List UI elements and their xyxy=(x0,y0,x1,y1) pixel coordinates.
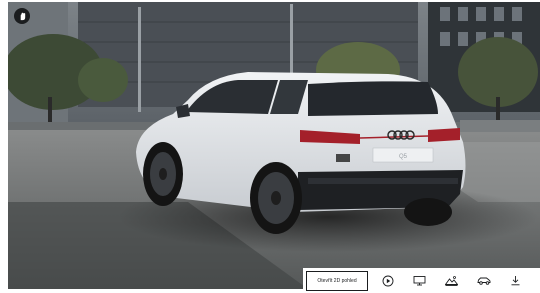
rear-left-wheel xyxy=(250,162,302,234)
viewer-toolbar: Otevřít 2D pohled xyxy=(303,268,540,293)
download-button[interactable] xyxy=(503,270,528,292)
environment-view-button[interactable] xyxy=(439,270,464,292)
plate-badge: Q5 xyxy=(399,154,408,160)
drag-rotate-button[interactable] xyxy=(14,8,30,24)
exterior-view-button[interactable] xyxy=(471,270,496,292)
play-icon xyxy=(382,275,393,286)
download-icon xyxy=(511,276,520,286)
interior-view-icon xyxy=(413,276,426,286)
hand-icon xyxy=(20,12,25,20)
car-configurator-viewer: Q5 Otevřít 2D pohled xyxy=(0,0,540,293)
interior-view-button[interactable] xyxy=(407,270,432,292)
play-button[interactable] xyxy=(375,270,400,292)
landscape-icon xyxy=(445,276,458,286)
front-left-wheel xyxy=(143,142,183,206)
car-3d-scene[interactable]: Q5 xyxy=(8,2,540,289)
rear-right-wheel xyxy=(404,198,452,226)
tree-right xyxy=(458,37,538,107)
open-2d-view-button[interactable]: Otevřít 2D pohled xyxy=(306,270,368,291)
scene-illustration: Q5 xyxy=(8,2,540,289)
car-exterior-icon xyxy=(476,277,490,285)
